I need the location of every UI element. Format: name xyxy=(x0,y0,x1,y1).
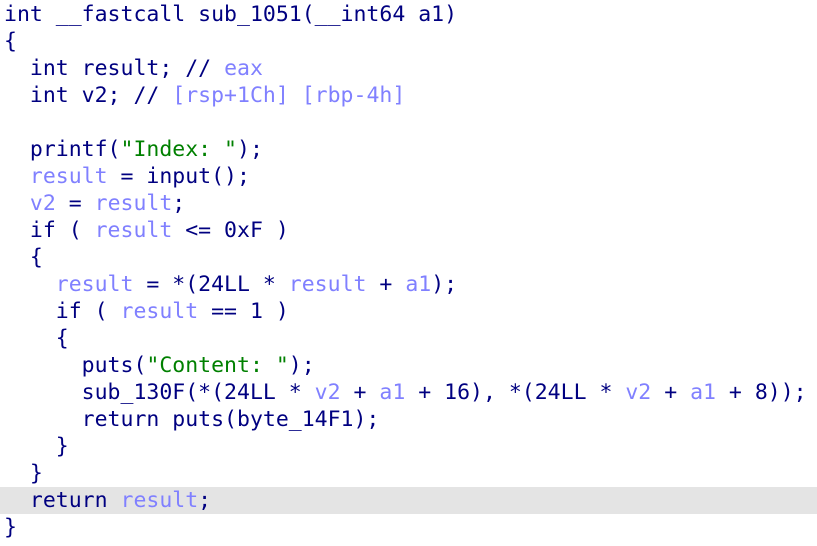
code-line[interactable]: return puts(byte_14F1); xyxy=(0,406,817,433)
code-text: + 8)); xyxy=(715,380,807,405)
code-line[interactable]: printf("Index: "); xyxy=(0,136,817,163)
code-text: { xyxy=(4,29,17,54)
code-identifier[interactable]: a1 xyxy=(405,272,431,297)
code-line[interactable]: int v2; // [rsp+1Ch] [rbp-4h] xyxy=(0,82,817,109)
code-text: = input(); xyxy=(107,164,250,189)
code-text: if ( xyxy=(4,299,121,324)
code-identifier[interactable]: result xyxy=(121,488,199,513)
code-line[interactable] xyxy=(0,109,817,136)
code-text: printf( xyxy=(4,137,121,162)
code-line[interactable]: puts("Content: "); xyxy=(0,352,817,379)
code-text: { xyxy=(4,326,69,351)
code-identifier[interactable]: result xyxy=(95,191,173,216)
code-text: } xyxy=(4,515,17,540)
code-line[interactable]: } xyxy=(0,460,817,487)
code-identifier[interactable]: [rsp+1Ch] [rbp-4h] xyxy=(172,83,405,108)
code-text: + 16), *(24LL * xyxy=(405,380,626,405)
code-text: + xyxy=(366,272,406,297)
code-text: = xyxy=(55,191,95,216)
code-line[interactable]: } xyxy=(0,433,817,460)
code-text: if ( xyxy=(4,218,95,243)
code-string-literal: "Index: " xyxy=(120,137,238,162)
code-text: ); xyxy=(237,137,263,162)
code-string-literal: "Content: " xyxy=(146,353,289,378)
code-text: { xyxy=(4,245,43,270)
code-text: sub_130F(*(24LL * xyxy=(4,380,315,405)
pseudocode-view[interactable]: int __fastcall sub_1051(__int64 a1){ int… xyxy=(0,0,817,546)
code-identifier[interactable]: v2 xyxy=(30,191,56,216)
code-text: == 1 ) xyxy=(198,299,289,324)
code-line[interactable]: { xyxy=(0,325,817,352)
code-line[interactable]: v2 = result; xyxy=(0,190,817,217)
code-identifier[interactable]: a1 xyxy=(379,380,405,405)
code-identifier[interactable]: result xyxy=(289,272,367,297)
code-text: ); xyxy=(431,272,458,297)
code-identifier[interactable]: eax xyxy=(224,56,263,81)
code-text: ); xyxy=(288,353,315,378)
code-identifier[interactable]: result xyxy=(121,299,199,324)
code-identifier[interactable]: v2 xyxy=(625,380,651,405)
code-identifier[interactable]: result xyxy=(95,218,173,243)
code-line[interactable]: if ( result <= 0xF ) xyxy=(0,217,817,244)
code-line[interactable]: int __fastcall sub_1051(__int64 a1) xyxy=(0,1,817,28)
code-text: int result; // xyxy=(4,56,225,81)
code-line[interactable]: result = input(); xyxy=(0,163,817,190)
code-line[interactable]: { xyxy=(0,244,817,271)
code-text: int v2; // xyxy=(4,83,173,108)
code-text: = *(24LL * xyxy=(133,272,289,297)
code-text: puts( xyxy=(4,353,147,378)
code-identifier[interactable]: v2 xyxy=(315,380,341,405)
code-line[interactable]: int result; // eax xyxy=(0,55,817,82)
code-text: return puts(byte_14F1); xyxy=(4,407,380,432)
code-identifier[interactable]: a1 xyxy=(690,380,716,405)
code-text: ; xyxy=(172,191,186,216)
code-identifier[interactable]: result xyxy=(56,272,134,297)
code-text: return xyxy=(4,488,121,513)
code-text: <= 0xF ) xyxy=(172,218,289,243)
code-line[interactable]: sub_130F(*(24LL * v2 + a1 + 16), *(24LL … xyxy=(0,379,817,406)
code-text: + xyxy=(651,380,691,405)
code-text: + xyxy=(340,380,380,405)
code-text: int __fastcall sub_1051(__int64 a1) xyxy=(4,2,458,27)
code-text: } xyxy=(4,461,43,486)
code-line[interactable]: { xyxy=(0,28,817,55)
code-text: } xyxy=(4,434,69,459)
code-line[interactable]: if ( result == 1 ) xyxy=(0,298,817,325)
code-identifier[interactable]: result xyxy=(30,164,108,189)
code-line[interactable]: result = *(24LL * result + a1); xyxy=(0,271,817,298)
code-line[interactable]: } xyxy=(0,514,817,541)
code-line-current[interactable]: return result; xyxy=(0,487,817,514)
code-text: ; xyxy=(198,488,212,513)
